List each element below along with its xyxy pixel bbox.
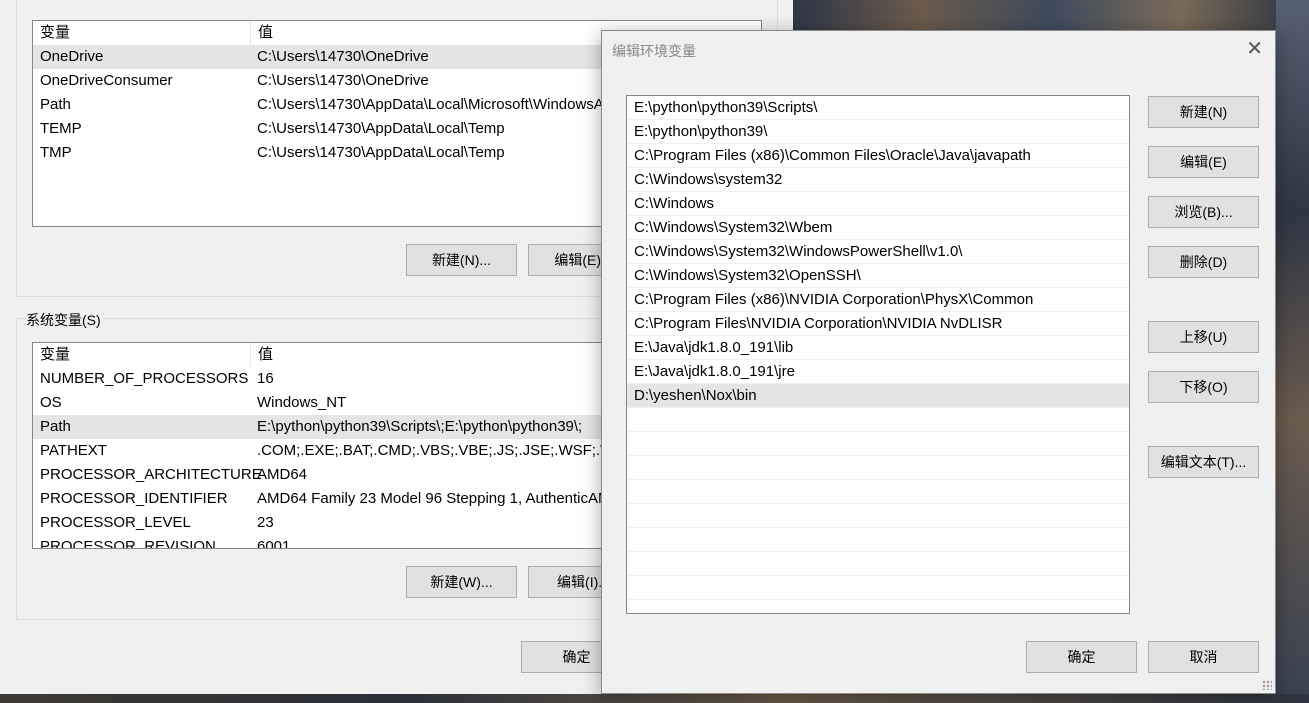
row-variable: PROCESSOR_ARCHITECTURE [40, 466, 262, 483]
list-item[interactable]: C:\Windows\System32\Wbem [627, 216, 1129, 240]
move-down-button[interactable]: 下移(O) [1148, 371, 1259, 403]
row-variable: NUMBER_OF_PROCESSORS [40, 370, 249, 387]
row-variable: OS [40, 394, 62, 411]
edit-environment-variable-dialog: 编辑环境变量 ✕ E:\python\python39\Scripts\ E:\… [601, 30, 1276, 694]
row-variable: TEMP [40, 120, 82, 137]
list-item-selected[interactable]: D:\yeshen\Nox\bin [627, 384, 1129, 408]
list-item[interactable]: E:\python\python39\ [627, 120, 1129, 144]
user-new-button[interactable]: 新建(N)... [406, 244, 517, 276]
dialog-title: 编辑环境变量 [612, 43, 696, 59]
list-item[interactable]: E:\Java\jdk1.8.0_191\lib [627, 336, 1129, 360]
row-variable: PROCESSOR_IDENTIFIER [40, 490, 228, 507]
empty-row[interactable] [627, 576, 1129, 600]
resize-grip-icon[interactable] [1262, 680, 1272, 690]
column-header-variable[interactable]: 变量 [33, 343, 251, 367]
edit-button[interactable]: 编辑(E) [1148, 146, 1259, 178]
close-icon[interactable]: ✕ [1246, 37, 1263, 61]
row-variable: OneDriveConsumer [40, 72, 173, 89]
system-new-button[interactable]: 新建(W)... [406, 566, 517, 598]
desktop-wallpaper-right [1276, 0, 1309, 703]
empty-row[interactable] [627, 480, 1129, 504]
list-item[interactable]: E:\Java\jdk1.8.0_191\jre [627, 360, 1129, 384]
list-item[interactable]: C:\Windows\System32\WindowsPowerShell\v1… [627, 240, 1129, 264]
empty-row[interactable] [627, 504, 1129, 528]
ok-button[interactable]: 确定 [1026, 641, 1137, 673]
list-item[interactable]: C:\Program Files (x86)\NVIDIA Corporatio… [627, 288, 1129, 312]
path-list[interactable]: E:\python\python39\Scripts\ E:\python\py… [626, 95, 1130, 614]
new-button[interactable]: 新建(N) [1148, 96, 1259, 128]
list-item[interactable]: C:\Windows\system32 [627, 168, 1129, 192]
empty-row[interactable] [627, 552, 1129, 576]
column-header-variable[interactable]: 变量 [33, 21, 251, 45]
row-variable: PROCESSOR_REVISION [40, 538, 216, 549]
list-item[interactable]: C:\Windows [627, 192, 1129, 216]
empty-row[interactable] [627, 528, 1129, 552]
list-item[interactable]: C:\Program Files\NVIDIA Corporation\NVID… [627, 312, 1129, 336]
desktop-wallpaper-bottom [0, 694, 1309, 703]
cancel-button[interactable]: 取消 [1148, 641, 1259, 673]
row-variable: OneDrive [40, 48, 104, 65]
delete-button[interactable]: 删除(D) [1148, 246, 1259, 278]
list-item[interactable]: E:\python\python39\Scripts\ [627, 96, 1129, 120]
system-variables-label: 系统变量(S) [24, 310, 103, 330]
empty-row[interactable] [627, 408, 1129, 432]
row-variable: TMP [40, 144, 72, 161]
list-item[interactable]: C:\Windows\System32\OpenSSH\ [627, 264, 1129, 288]
move-up-button[interactable]: 上移(U) [1148, 321, 1259, 353]
list-item[interactable]: C:\Program Files (x86)\Common Files\Orac… [627, 144, 1129, 168]
row-variable: Path [40, 96, 71, 113]
row-variable: PATHEXT [40, 442, 107, 459]
row-variable: PROCESSOR_LEVEL [40, 514, 191, 531]
row-variable: Path [40, 418, 71, 435]
edit-text-button[interactable]: 编辑文本(T)... [1148, 446, 1259, 478]
empty-row[interactable] [627, 432, 1129, 456]
browse-button[interactable]: 浏览(B)... [1148, 196, 1259, 228]
empty-row[interactable] [627, 456, 1129, 480]
